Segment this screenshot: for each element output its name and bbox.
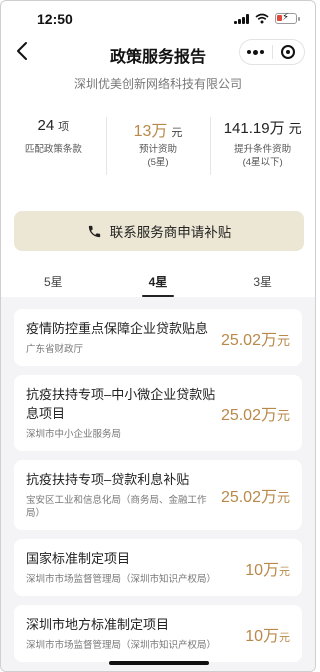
policy-amount: 10万 元 bbox=[245, 556, 290, 580]
amount-value: 25.02万 bbox=[220, 331, 277, 349]
policy-title: 抗疫扶持专项–中小微企业贷款贴息项目 bbox=[26, 387, 216, 421]
policy-list: 疫情防控重点保障企业贷款贴息 广东省财政厅 25.02万 元 抗疫扶持专项–中小… bbox=[1, 297, 315, 671]
close-target-icon[interactable] bbox=[272, 40, 304, 64]
stat-value: 13万 bbox=[133, 123, 168, 140]
status-icons: ⚡ bbox=[234, 12, 300, 24]
stat-unit: 项 bbox=[58, 121, 70, 133]
nav-bar: 政策服务报告 bbox=[1, 35, 315, 71]
policy-card[interactable]: 深圳市地方标准制定项目 深圳市市场监督管理局（深圳市知识产权局） 10万 元 bbox=[14, 605, 302, 662]
stat-matched-policies: 24 项 匹配政策条款 bbox=[1, 113, 106, 185]
policy-title: 疫情防控重点保障企业贷款贴息 bbox=[26, 321, 209, 336]
policy-org: 深圳市市场监督管理局（深圳市知识产权局） bbox=[26, 640, 217, 651]
home-indicator bbox=[109, 661, 209, 665]
tab-4-star[interactable]: 4星 bbox=[106, 263, 211, 297]
policy-card[interactable]: 抗疫扶持专项–贷款利息补贴 宝安区工业和信息化局（商务局、金融工作局） 25.0… bbox=[14, 460, 302, 530]
stat-unit: 元 bbox=[288, 121, 302, 136]
status-bar: 12:50 ⚡ bbox=[1, 1, 315, 35]
stat-expected-funding: 13万 元 预计资助 (5星) bbox=[105, 113, 211, 185]
policy-card[interactable]: 疫情防控重点保障企业贷款贴息 广东省财政厅 25.02万 元 bbox=[14, 309, 302, 366]
amount-value: 25.02万 bbox=[220, 489, 277, 506]
status-time: 12:50 bbox=[37, 11, 73, 27]
more-dots-icon[interactable] bbox=[240, 40, 272, 64]
stat-unit: 元 bbox=[171, 127, 183, 139]
policy-title: 抗疫扶持专项–贷款利息补贴 bbox=[26, 472, 190, 487]
amount-value: 10万 bbox=[245, 627, 279, 645]
stat-label: 提升条件资助 bbox=[234, 144, 292, 155]
tab-3-star[interactable]: 3星 bbox=[210, 263, 315, 297]
phone-screen: 12:50 ⚡ 政策服务报告 深圳优美创新网络科技有限公司 24 项 匹配政策条… bbox=[0, 0, 316, 672]
company-name: 深圳优美创新网络科技有限公司 bbox=[73, 77, 242, 91]
amount-unit: 元 bbox=[276, 490, 290, 505]
policy-org: 宝安区工业和信息化局（商务局、金融工作局） bbox=[26, 495, 207, 519]
amount-unit: 元 bbox=[276, 408, 290, 423]
amount-unit: 元 bbox=[279, 631, 290, 644]
stat-value: 24 bbox=[37, 117, 55, 134]
signal-icon bbox=[234, 13, 249, 24]
policy-card[interactable]: 国家标准制定项目 深圳市市场监督管理局（深圳市知识产权局） 10万 元 bbox=[14, 539, 302, 596]
stat-label: 预计资助 bbox=[139, 144, 178, 155]
stat-improvable-funding: 141.19万 元 提升条件资助 (4星以下) bbox=[210, 113, 315, 185]
stat-sublabel: (5星) bbox=[147, 157, 169, 168]
policy-amount: 25.02万 元 bbox=[221, 326, 290, 350]
policy-card[interactable]: 抗疫扶持专项–中小微企业贷款贴息项目 深圳市中小企业服务局 25.02万 元 bbox=[14, 375, 302, 451]
mini-program-capsule bbox=[239, 39, 305, 65]
star-tabs: 5星 4星 3星 bbox=[1, 263, 315, 297]
contact-provider-label: 联系服务商申请补贴 bbox=[109, 225, 232, 240]
policy-title: 国家标准制定项目 bbox=[26, 551, 131, 566]
amount-value: 25.02万 bbox=[220, 407, 277, 424]
policy-org: 深圳市中小企业服务局 bbox=[26, 429, 122, 440]
policy-org: 广东省财政厅 bbox=[26, 344, 84, 355]
amount-unit: 元 bbox=[279, 565, 290, 578]
stat-value: 141.19万 bbox=[223, 120, 285, 137]
policy-org: 深圳市市场监督管理局（深圳市知识产权局） bbox=[26, 574, 217, 585]
policy-title: 深圳市地方标准制定项目 bbox=[26, 617, 170, 632]
battery-charging-icon: ⚡ bbox=[275, 12, 300, 24]
stat-sublabel: (4星以下) bbox=[242, 157, 283, 168]
wifi-icon bbox=[255, 13, 269, 24]
tab-5-star[interactable]: 5星 bbox=[1, 263, 106, 297]
contact-provider-button[interactable]: 联系服务商申请补贴 bbox=[14, 211, 304, 251]
policy-amount: 25.02万 元 bbox=[221, 483, 290, 507]
phone-icon bbox=[88, 225, 100, 237]
policy-amount: 10万 元 bbox=[245, 622, 290, 646]
policy-amount: 25.02万 元 bbox=[221, 401, 290, 425]
amount-unit: 元 bbox=[276, 332, 290, 348]
stat-label: 匹配政策条款 bbox=[24, 144, 82, 155]
amount-value: 10万 bbox=[245, 561, 279, 579]
stats-row: 24 项 匹配政策条款 13万 元 预计资助 (5星) 141.19万 元 提升… bbox=[1, 113, 315, 185]
